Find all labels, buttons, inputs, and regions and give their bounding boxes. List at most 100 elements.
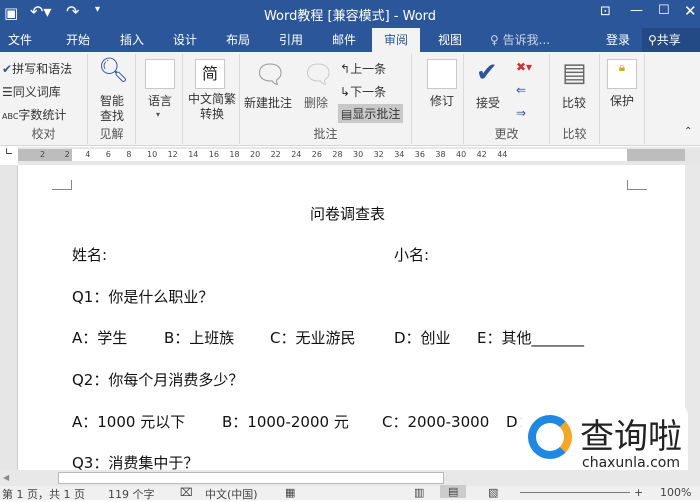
horizontal-ruler[interactable]: ∟ 2 2 4 6 8 10 12 14 16 18 20 22 24 26 28 30 32 34 36 38 40 4… [0,147,700,165]
thesaurus-button[interactable]: ☰同义词库 [2,83,61,100]
ruler-tick-label: 28 [332,150,343,159]
web-layout-icon[interactable]: ▧ [488,486,498,499]
lock-icon: 🔒︎ [607,59,637,89]
nickname-field-label: 小名: [394,246,430,264]
ruler-tick-label: 10 [147,150,158,159]
delete-comment-button[interactable]: 删除 [304,94,328,111]
ruler-tick-label: 2 [64,150,70,159]
question-2: Q2：你每个月消费多少？ [72,371,244,389]
ruler-tick-label: 12 [167,150,178,159]
zoom-level[interactable]: 100% [660,486,691,499]
protect-button[interactable]: 保护 [610,92,634,109]
ruler-tick-label: 2 [40,150,46,159]
group-compare: ▤ 比较 比较 [550,54,600,144]
simplified-traditional-icon: 简 [195,59,225,89]
smart-lookup-button[interactable]: 智能查找 [100,94,126,124]
scroll-left-icon[interactable]: ◀ [3,473,9,482]
next-change-icon[interactable]: ⇒ [516,106,526,120]
smart-lookup-icon: 🔍︎ [98,56,129,84]
show-comments-button[interactable]: ▤显示批注 [338,104,404,123]
q2-option-c: C：2000-3000 [382,413,490,431]
ruler-tick-label: 32 [373,150,384,159]
q2-option-a: A：1000 元以下 [72,413,186,431]
close-button[interactable]: ✕ [684,2,697,20]
ruler-tick-label: 20 [250,150,261,159]
q1-option-c: C：无业游民 [270,329,356,347]
group-label: 比较 [562,127,587,141]
tab-review[interactable]: 审阅 [372,28,421,52]
collapse-ribbon-icon[interactable]: ⌃ [684,126,692,137]
q2-option-b: B：1000-2000 元 [222,413,349,431]
accept-button[interactable]: 接受 [476,94,500,111]
ruler-tick-label: 8 [126,150,132,159]
delete-comment-icon: 🗨︎ [302,60,336,90]
proofing-status-icon[interactable]: ⌧ [180,486,193,499]
magnifier-logo-icon [528,415,572,459]
ruler-tick-label: 42 [476,150,487,159]
ruler-tick-label: 24 [291,150,302,159]
watermark-brand: 查询啦 [580,417,682,457]
ruler-tick-label: 4 [85,150,91,159]
signin-link[interactable]: 登录 [606,31,630,48]
tab-home[interactable]: 开始 [66,31,90,48]
ribbon-display-icon[interactable]: ⊡ [600,4,611,19]
tab-selector-icon[interactable]: ∟ [0,147,18,165]
zoom-slider[interactable] [520,492,630,493]
watermark-url: chaxunla.com [582,455,680,471]
previous-change-icon[interactable]: ⇐ [516,83,526,97]
compare-button[interactable]: 比较 [562,94,586,111]
reject-icon[interactable]: ✖▾ [516,60,532,74]
tab-design[interactable]: 设计 [173,31,197,48]
horizontal-scrollbar[interactable]: ◀ [0,470,700,486]
track-changes-icon [427,59,457,89]
next-comment-button[interactable]: ↳下一条 [340,83,386,100]
read-mode-icon[interactable]: ▥ [414,486,424,499]
tell-me-label: 告诉我... [502,33,551,47]
tab-insert[interactable]: 插入 [120,31,144,48]
ruler-tick-label: 34 [394,150,405,159]
ruler-tick-label: 22 [270,150,281,159]
new-comment-icon: 🗨︎ [254,60,288,90]
question-1: Q1：你是什么职业？ [72,288,214,306]
tab-layout[interactable]: 布局 [226,31,250,48]
tab-view[interactable]: 视图 [438,31,462,48]
ruler-tick-label: 6 [105,150,111,159]
group-insights: 🔍︎ 智能查找 见解 [88,54,136,144]
group-tracking: 修订 [420,54,464,144]
new-comment-button[interactable]: 新建批注 [244,94,292,111]
ruler-tick-label: 14 [188,150,199,159]
person-add-icon: ⚲ [648,33,657,47]
word-count-button[interactable]: ABC字数统计 [2,106,66,123]
minimize-button[interactable]: — [630,3,643,18]
macro-icon[interactable]: ▦ [285,486,295,499]
language-icon [145,59,175,89]
q1-option-d: D：创业 [394,329,451,347]
track-changes-button[interactable]: 修订 [430,92,454,109]
tab-file[interactable]: 文件 [8,31,32,48]
chinese-conversion-button[interactable]: 中文简繁转换 [187,92,237,122]
next-icon: ↳ [340,85,351,99]
group-label: 校对 [31,127,56,141]
name-field-label: 姓名: [72,246,108,264]
ruler-tick-label: 26 [311,150,322,159]
vertical-ruler [0,165,18,470]
tab-mailings[interactable]: 邮件 [332,31,356,48]
share-button[interactable]: ⚲共享 [642,28,700,52]
tell-me-search[interactable]: ♀ 告诉我... [490,31,550,48]
title-bar: ▣ ↶▾ ↷ ▾ Word教程 [兼容模式] - Word ⊡ — ☐ ✕ [0,0,700,28]
scroll-thumb[interactable] [58,472,444,484]
print-layout-icon[interactable]: ▤ [440,485,467,498]
ribbon-tabs: 文件 开始 插入 设计 布局 引用 邮件 审阅 视图 ♀ 告诉我... 登录 ⚲… [0,28,700,52]
q1-option-a: A：学生 [72,329,128,347]
tab-references[interactable]: 引用 [279,31,303,48]
group-protect: 🔒︎ 保护 [600,54,645,144]
language-button[interactable]: 语言 [148,92,172,109]
status-bar: 第 1 页，共 1 页 119 个字 ⌧ 中文(中国) ▦ ▥ ▤ ▧ + 10… [0,485,700,501]
previous-comment-button[interactable]: ↰上一条 [340,60,386,77]
maximize-button[interactable]: ☐ [658,3,670,18]
ruler-tick-label: 30 [353,150,364,159]
spelling-grammar-button[interactable]: ✔拼写和语法 [2,60,72,77]
ruler-tick-label: 44 [497,150,508,159]
zoom-in-icon[interactable]: + [634,486,643,499]
document-title: 问卷调查表 [310,205,386,223]
